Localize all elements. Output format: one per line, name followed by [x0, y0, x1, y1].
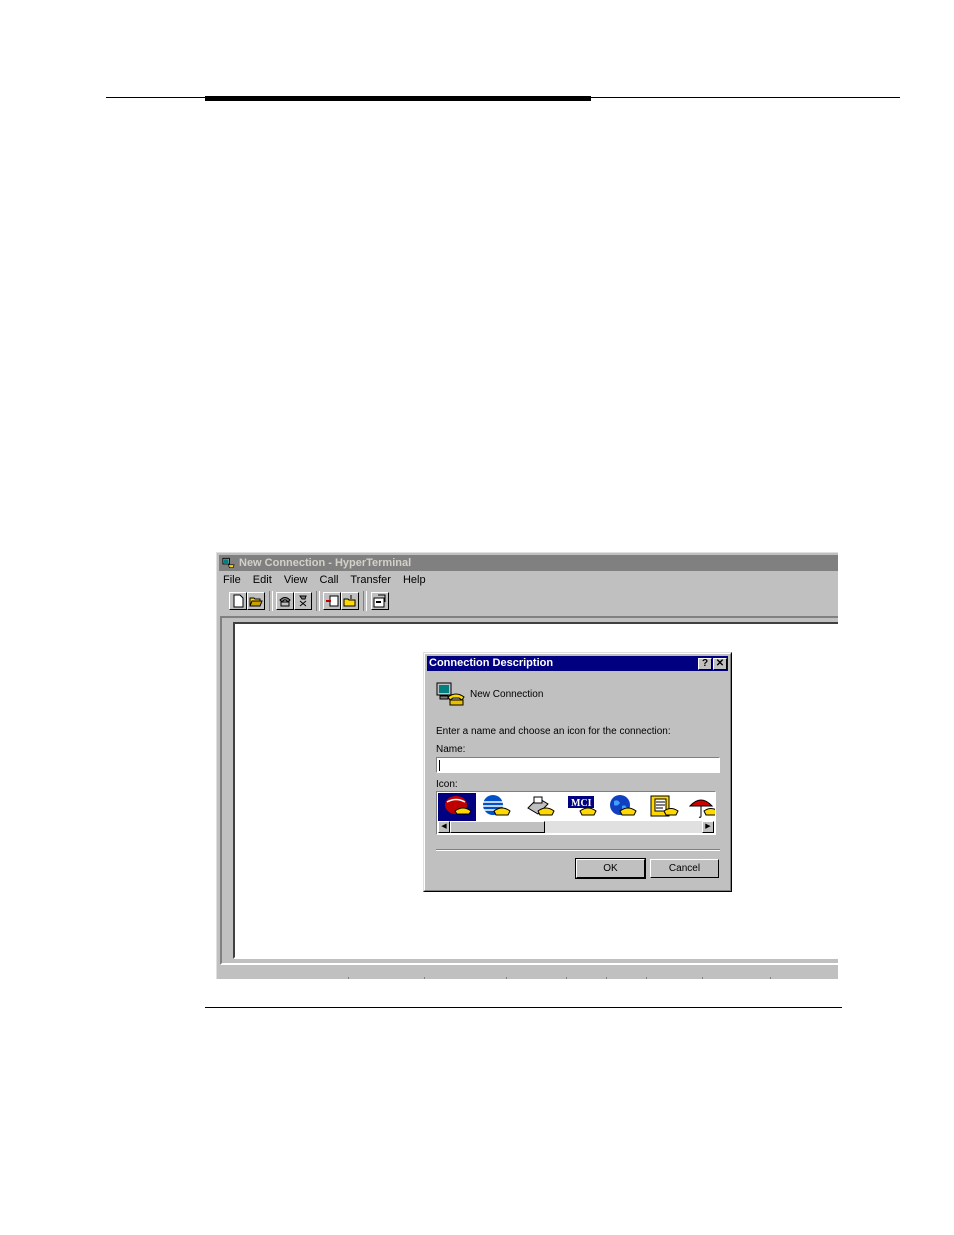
- help-button[interactable]: ?: [698, 658, 712, 670]
- status-divider: [506, 977, 507, 979]
- menu-help[interactable]: Help: [403, 574, 426, 586]
- close-button[interactable]: ✕: [713, 658, 727, 670]
- menu-transfer[interactable]: Transfer: [350, 574, 391, 586]
- icon-list[interactable]: MCI ◀ ▶: [436, 791, 716, 835]
- scroll-thumb[interactable]: [450, 821, 545, 833]
- icon-label: Icon:: [436, 779, 458, 790]
- umbrella-icon[interactable]: [685, 793, 715, 821]
- toolbar-separator: [363, 591, 367, 611]
- scroll-left-icon[interactable]: ◀: [438, 821, 450, 833]
- dialog-prompt: Enter a name and choose an icon for the …: [436, 726, 671, 737]
- menu-view[interactable]: View: [284, 574, 308, 586]
- svg-text:MCI: MCI: [571, 798, 592, 809]
- receive-icon[interactable]: [341, 592, 359, 610]
- earth-phone-icon[interactable]: [603, 793, 641, 821]
- open-icon[interactable]: [247, 592, 265, 610]
- window-titlebar[interactable]: New Connection - HyperTerminal: [219, 555, 838, 571]
- menu-edit[interactable]: Edit: [253, 574, 272, 586]
- globe-phone-icon[interactable]: [477, 793, 515, 821]
- window-title: New Connection - HyperTerminal: [239, 557, 412, 569]
- status-bar: [220, 969, 838, 979]
- connect-icon[interactable]: [276, 592, 294, 610]
- menu-file[interactable]: File: [223, 574, 241, 586]
- status-divider: [702, 977, 703, 979]
- dialog-separator: [436, 849, 720, 851]
- notebook-icon[interactable]: [645, 793, 683, 821]
- icon-list-scrollbar[interactable]: ◀ ▶: [438, 821, 714, 833]
- ok-button[interactable]: OK: [575, 858, 646, 879]
- dialog-title: Connection Description: [429, 657, 554, 669]
- connection-description-dialog: Connection Description ? ✕ New Connectio…: [423, 652, 732, 892]
- new-connection-icon: [436, 682, 465, 706]
- properties-icon[interactable]: [371, 592, 389, 610]
- text-caret: [439, 760, 440, 771]
- att-icon[interactable]: [438, 793, 476, 821]
- connection-label: New Connection: [470, 689, 544, 700]
- status-divider: [646, 977, 647, 979]
- toolbar-separator: [316, 591, 320, 611]
- page-rule-bottom: [205, 1007, 842, 1008]
- status-divider: [424, 977, 425, 979]
- status-divider: [770, 977, 771, 979]
- new-icon[interactable]: [229, 592, 247, 610]
- name-label: Name:: [436, 744, 466, 755]
- status-divider: [606, 977, 607, 979]
- status-divider: [348, 977, 349, 979]
- name-input[interactable]: [436, 757, 720, 773]
- dialog-titlebar[interactable]: Connection Description ? ✕: [427, 656, 728, 671]
- fax-icon[interactable]: [521, 793, 559, 821]
- status-divider: [566, 977, 567, 979]
- disconnect-icon[interactable]: [294, 592, 312, 610]
- mci-icon[interactable]: MCI: [563, 793, 601, 821]
- menu-call[interactable]: Call: [320, 574, 339, 586]
- toolbar: [221, 591, 838, 613]
- toolbar-separator: [269, 591, 273, 611]
- send-icon[interactable]: [323, 592, 341, 610]
- scroll-right-icon[interactable]: ▶: [702, 821, 714, 833]
- menu-bar: File Edit View Call Transfer Help: [223, 572, 435, 589]
- page-rule-thick: [205, 96, 591, 101]
- cancel-button[interactable]: Cancel: [650, 859, 719, 878]
- hyperterminal-app-icon: [222, 557, 235, 568]
